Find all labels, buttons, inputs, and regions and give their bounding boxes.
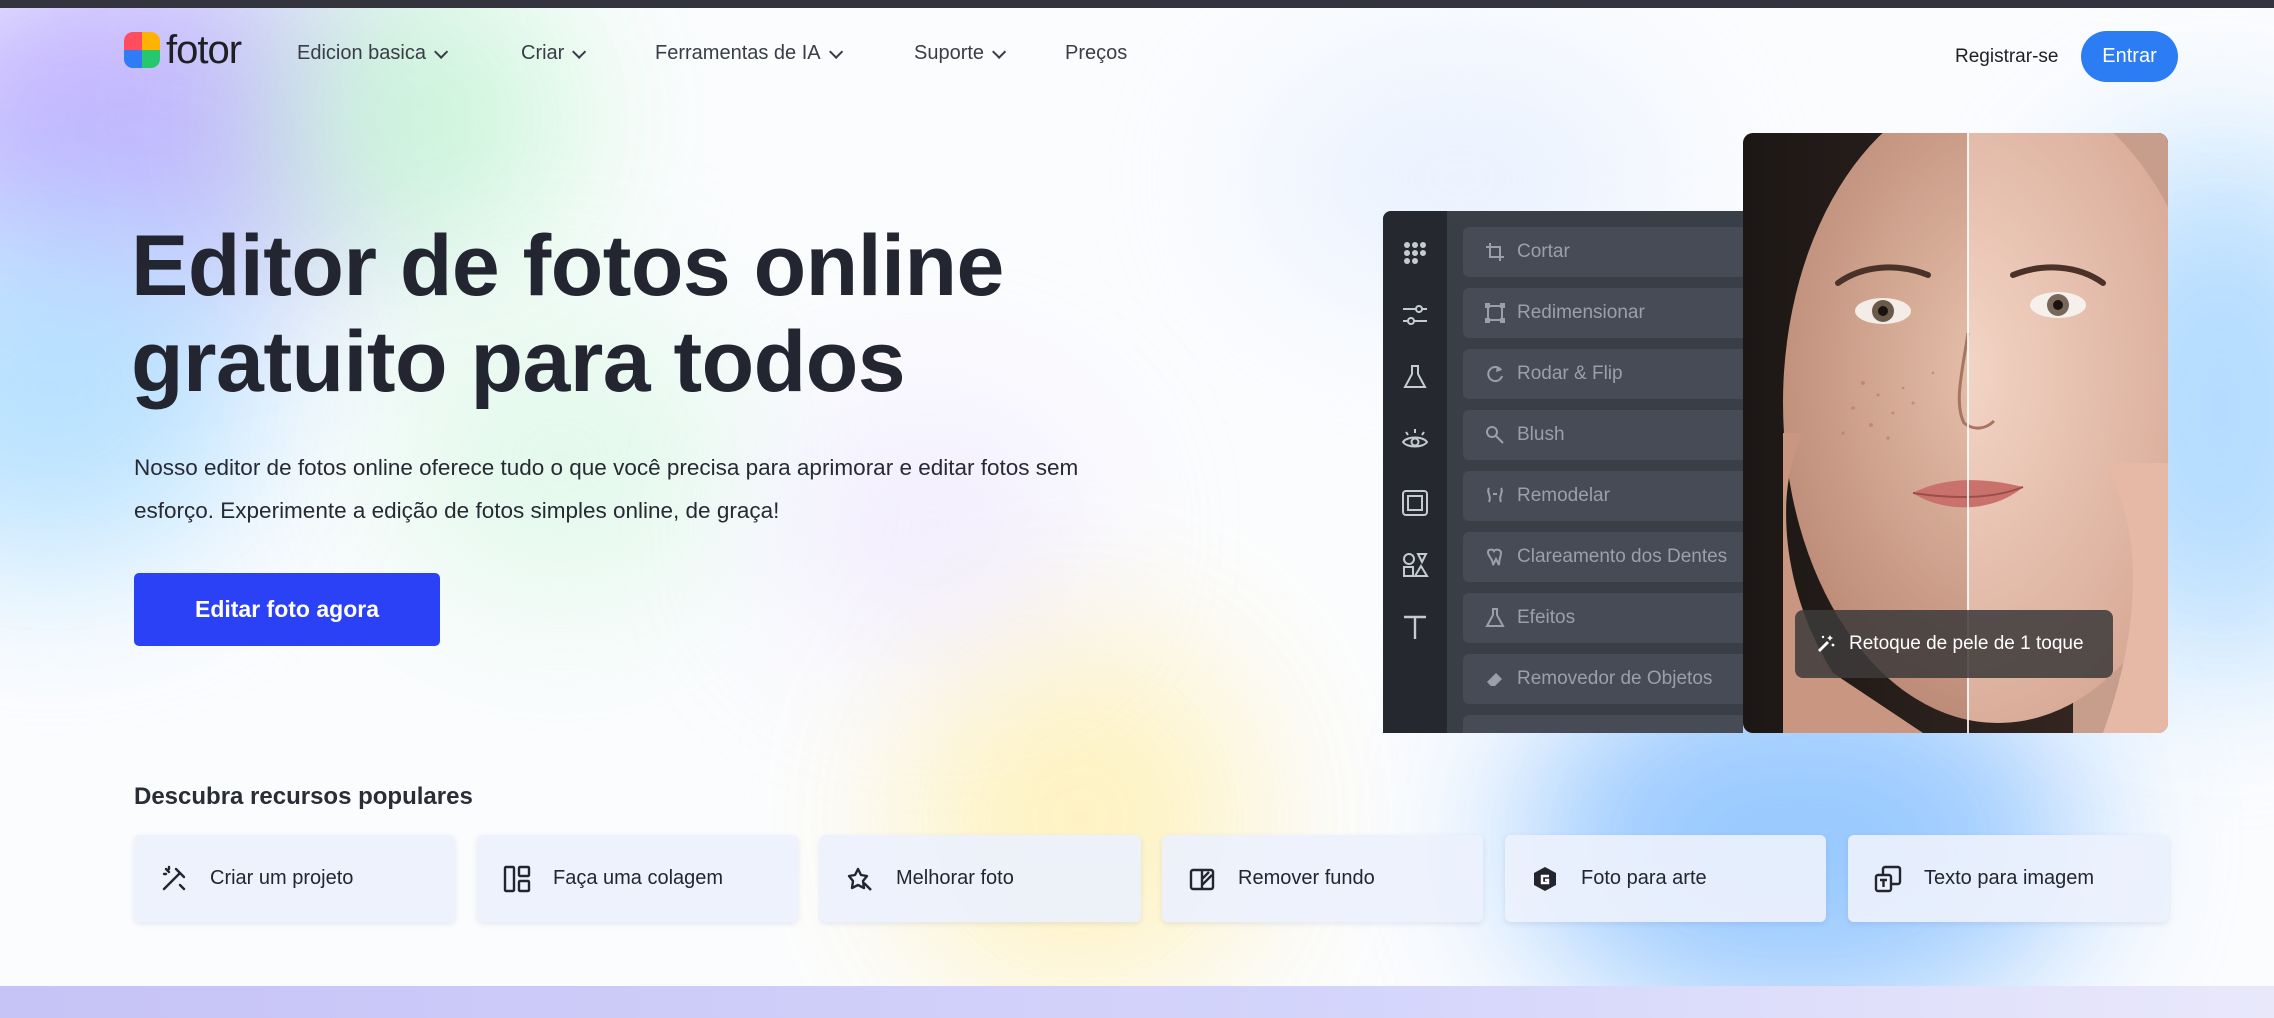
tool-label: Removedor de Objetos — [1517, 668, 1713, 689]
crop-icon — [1486, 243, 1504, 261]
feature-foto-para-arte[interactable]: Foto para arte — [1505, 835, 1826, 922]
tool-remodelar[interactable]: Remodelar — [1463, 471, 1743, 521]
reshape-icon — [1487, 487, 1503, 503]
feature-colagem[interactable]: Faça uma colagem — [477, 835, 798, 922]
chevron-down-icon — [828, 44, 843, 59]
hero-description: Nosso editor de fotos online oferece tud… — [134, 455, 1079, 523]
blush-icon — [1486, 426, 1504, 444]
feature-criar-projeto[interactable]: Criar um projeto — [134, 835, 455, 922]
nav-ferramentas-ia[interactable]: Ferramentas de IA — [655, 42, 843, 65]
feature-label: Texto para imagem — [1924, 867, 2095, 889]
collage-icon — [503, 865, 531, 892]
nav-suporte[interactable]: Suporte — [914, 42, 1007, 65]
feature-label: Faça uma colagem — [553, 867, 724, 889]
tool-label: Cortar — [1517, 241, 1570, 262]
nav-label: Suporte — [914, 42, 985, 64]
editor-preview-panel: Cortar Redimensionar Rodar & Flip Blush … — [1383, 211, 1743, 733]
editor-side-rail — [1383, 211, 1447, 733]
nav-label: Edicion basica — [297, 42, 426, 64]
text-icon[interactable] — [1401, 613, 1429, 641]
browser-top-bar — [0, 0, 2274, 8]
tool-label: Clareamento dos Dentes — [1517, 546, 1728, 567]
apps-icon[interactable] — [1401, 239, 1429, 267]
tool-label: Efeitos — [1517, 607, 1576, 628]
remove-bg-icon — [1189, 868, 1215, 890]
tool-cortar[interactable]: Cortar — [1463, 227, 1743, 277]
tool-clareamento-dentes[interactable]: Clareamento dos Dentes — [1463, 532, 1743, 582]
tool-redimensionar[interactable]: Redimensionar — [1463, 288, 1743, 338]
feature-texto-para-imagem[interactable]: Texto para imagem — [1848, 835, 2169, 922]
tool-label: Rodar & Flip — [1517, 363, 1623, 384]
tool-blush[interactable]: Blush — [1463, 410, 1743, 460]
nav-label: Ferramentas de IA — [655, 42, 821, 64]
ai-art-icon — [1534, 866, 1556, 891]
top-nav: fotor Edicion basica Criar Ferramentas d… — [0, 8, 2274, 90]
popular-features-title: Descubra recursos populares — [134, 783, 473, 810]
nav-criar[interactable]: Criar — [521, 42, 587, 65]
register-link[interactable]: Registrar-se — [1955, 46, 2058, 68]
tool-removedor-objetos[interactable]: Removedor de Objetos — [1463, 654, 1743, 704]
hero-title-line-2: gratuito para todos — [131, 314, 906, 410]
nav-edicion-basica[interactable]: Edicion basica — [297, 42, 449, 65]
tool-label: Blush — [1517, 424, 1565, 445]
fotor-logo[interactable]: fotor — [124, 28, 242, 72]
text-to-image-icon — [1874, 865, 1902, 892]
feature-label: Remover fundo — [1238, 867, 1375, 889]
teeth-icon — [1486, 548, 1503, 566]
frame-icon[interactable] — [1401, 489, 1429, 517]
skin-retouch-badge[interactable]: Retoque de pele de 1 toque — [1795, 610, 2113, 678]
feature-remover-fundo[interactable]: Remover fundo — [1162, 835, 1483, 922]
flask-icon[interactable] — [1401, 363, 1429, 391]
nav-precos[interactable]: Preços — [1065, 42, 1127, 65]
enhance-icon — [847, 867, 872, 891]
magic-wand-icon — [1818, 635, 1835, 652]
tool-rodar-flip[interactable]: Rodar & Flip — [1463, 349, 1743, 399]
fotor-logo-icon — [124, 32, 160, 68]
feature-label: Melhorar foto — [896, 867, 1014, 889]
feature-label: Foto para arte — [1581, 867, 1707, 889]
hero-title: Editor de fotos online gratuito para tod… — [131, 218, 1131, 410]
feature-label: Criar um projeto — [210, 867, 354, 889]
feature-melhorar-foto[interactable]: Melhorar foto — [820, 835, 1141, 922]
tool-label: Remodelar — [1517, 485, 1610, 506]
adjust-icon[interactable] — [1401, 301, 1429, 329]
elements-icon[interactable] — [1401, 551, 1429, 579]
resize-icon — [1485, 303, 1505, 323]
hero-title-line-1: Editor de fotos online — [131, 218, 1004, 314]
chevron-down-icon — [992, 44, 1007, 59]
next-section-band — [0, 986, 2274, 1018]
badge-label: Retoque de pele de 1 toque — [1849, 633, 2084, 654]
nav-label: Criar — [521, 42, 565, 64]
eye-icon[interactable] — [1401, 426, 1429, 454]
eraser-icon — [1487, 673, 1502, 686]
chevron-down-icon — [572, 44, 587, 59]
tool-label: Redimensionar — [1517, 302, 1645, 323]
login-button[interactable]: Entrar — [2081, 31, 2178, 82]
tool-efeitos[interactable]: Efeitos — [1463, 593, 1743, 643]
rotate-icon — [1487, 366, 1503, 383]
nav-label: Preços — [1065, 42, 1128, 64]
logo-text: fotor — [166, 28, 242, 72]
tool-more[interactable] — [1463, 715, 1743, 733]
magic-pen-icon — [162, 865, 186, 890]
chevron-down-icon — [434, 44, 449, 59]
edit-photo-now-button[interactable]: Editar foto agora — [134, 573, 440, 646]
effects-icon — [1485, 608, 1505, 627]
